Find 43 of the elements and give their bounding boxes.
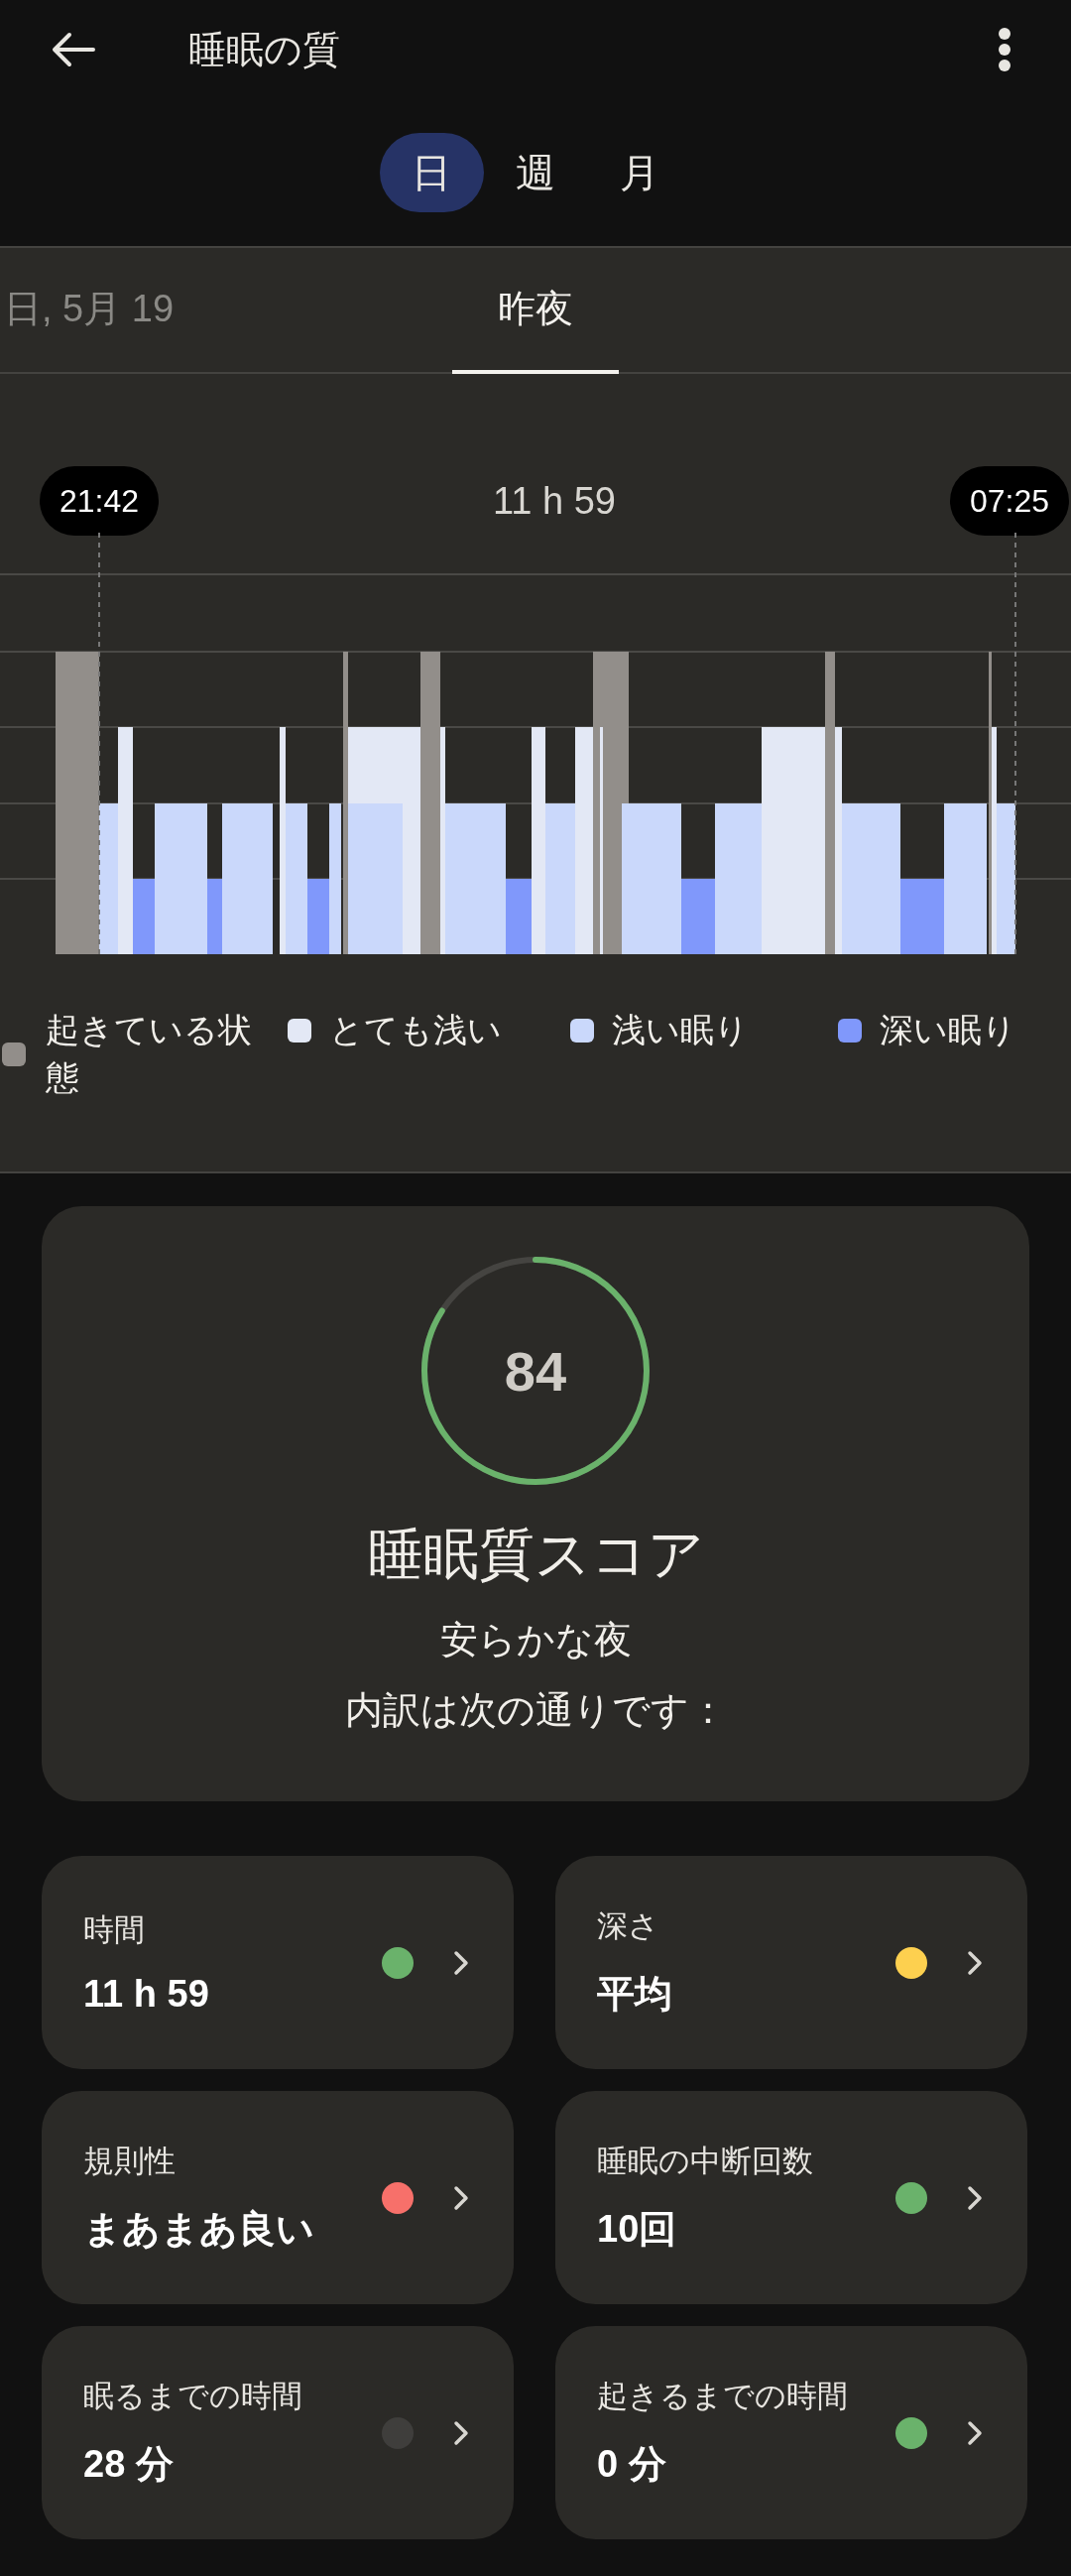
legend-label: 起きている状態 (46, 1010, 253, 1098)
period-tab[interactable]: 月 (587, 133, 692, 212)
metric-value: 28 分 (83, 2442, 175, 2487)
back-arrow-icon[interactable] (50, 30, 97, 69)
metric-label: 睡眠の中断回数 (597, 2143, 814, 2180)
screen-title: 睡眠の質 (188, 27, 341, 72)
metric-tile[interactable]: 睡眠の中断回数 10回 (555, 2091, 1027, 2304)
metric-label: 時間 (83, 1911, 146, 1949)
score-value: 84 (504, 1338, 567, 1404)
metric-label: 起きるまでの時間 (597, 2378, 849, 2415)
chevron-right-icon (967, 2419, 983, 2446)
metric-tile[interactable]: 深さ 平均 (555, 1856, 1027, 2069)
metric-tile[interactable]: 規則性 まあまあ良い (42, 2091, 514, 2304)
chevron-right-icon (967, 1949, 983, 1976)
metric-tile[interactable]: 起きるまでの時間 0 分 (555, 2326, 1027, 2539)
start-time-badge: 21:42 (40, 466, 160, 536)
score-verdict: 安らかな夜 (439, 1618, 632, 1662)
metric-label: 眠るまでの時間 (83, 2378, 303, 2415)
period-tab[interactable]: 週 (483, 133, 588, 212)
score-title: 睡眠質スコア (367, 1522, 704, 1587)
period-tab[interactable]: 日 (379, 133, 484, 212)
metric-tile[interactable]: 時間 11 h 59 (42, 1856, 514, 2069)
chevron-right-icon (967, 2184, 983, 2211)
metric-value: まあまあ良い (83, 2207, 315, 2252)
metric-value: 平均 (597, 1972, 673, 2017)
metric-value: 10回 (597, 2207, 678, 2252)
night-tab[interactable]: 昨夜 (452, 248, 619, 374)
metric-value: 0 分 (597, 2442, 667, 2487)
metric-label: 規則性 (83, 2143, 177, 2180)
more-options-icon[interactable] (998, 27, 1012, 72)
score-note: 内訳は次の通りです： (344, 1688, 727, 1733)
legend-label: とても浅い (329, 1010, 502, 1050)
metric-tile[interactable]: 眠るまでの時間 28 分 (42, 2326, 514, 2539)
sleep-duration: 11 h 59 (493, 479, 616, 523)
legend-label: 深い眠り (880, 1010, 1016, 1050)
metric-label: 深さ (597, 1907, 660, 1945)
chevron-right-icon (453, 1949, 469, 1976)
chevron-right-icon (453, 2419, 469, 2446)
metric-value: 11 h 59 (83, 1973, 210, 2016)
night-tab[interactable]: 日, 5月 19 (0, 248, 184, 374)
end-time-badge: 07:25 (949, 466, 1069, 536)
chevron-right-icon (453, 2184, 469, 2211)
legend-label: 浅い眠り (612, 1010, 749, 1050)
